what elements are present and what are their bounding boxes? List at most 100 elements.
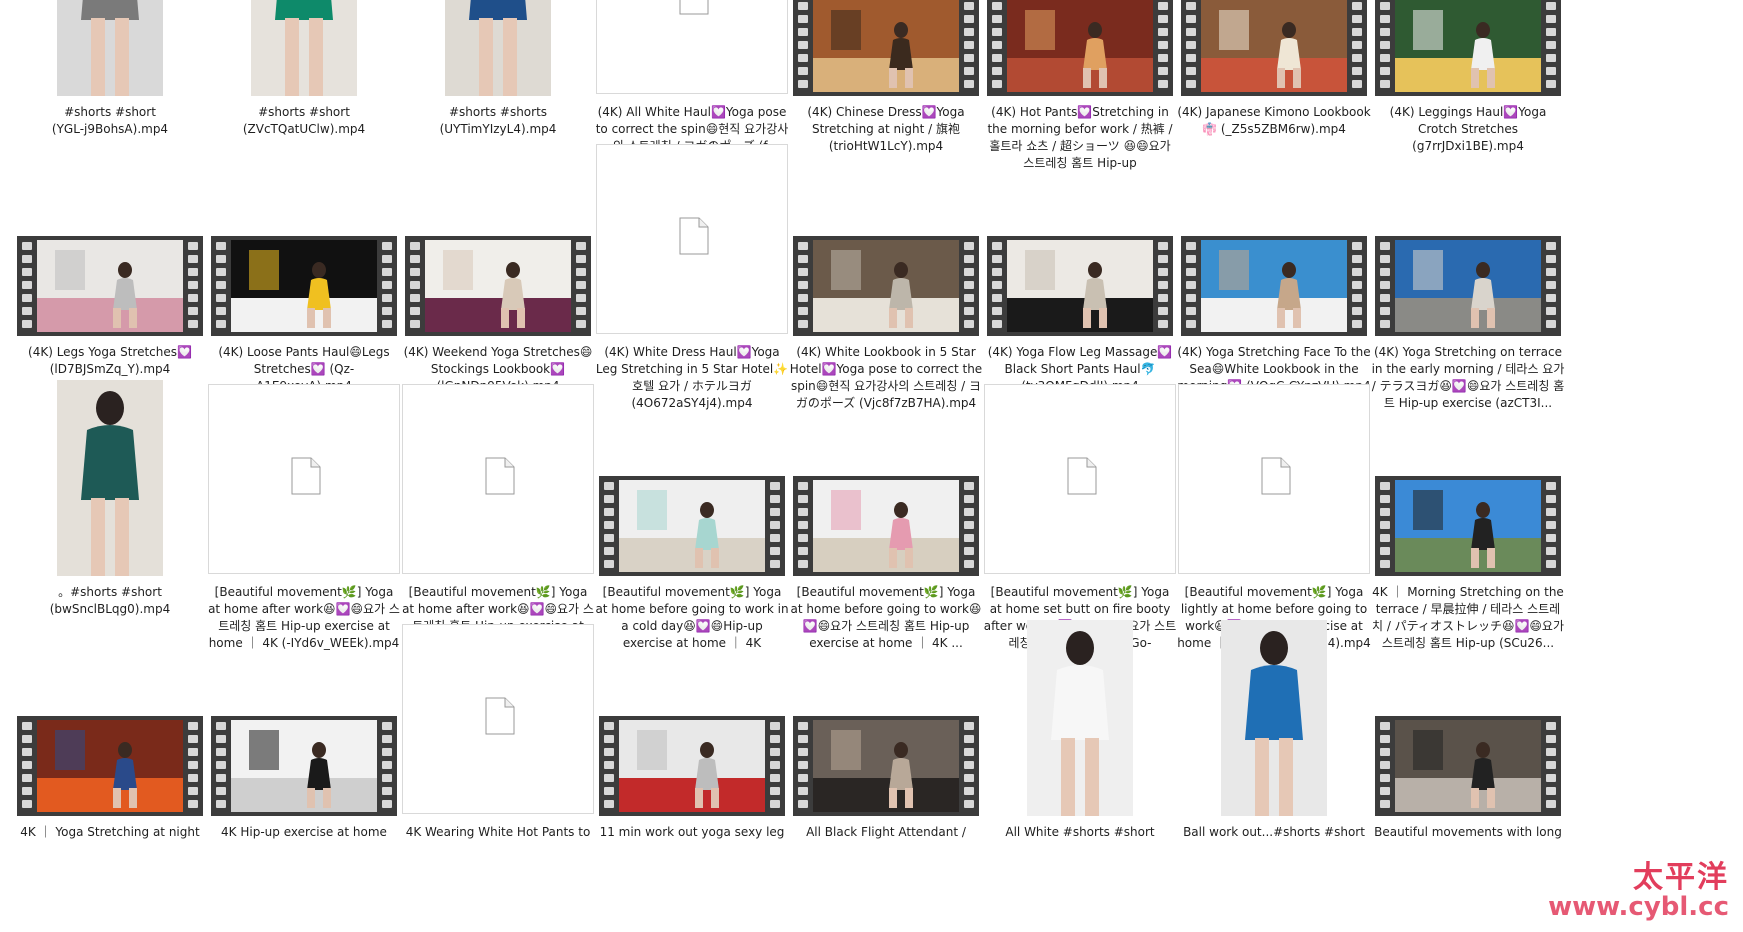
file-tile[interactable]: 。#shorts #short (bwSnclBLqg0).mp4 [13,380,207,620]
file-tile[interactable]: (4K) White Lookbook in 5 Star Hotel💟Yoga… [789,140,983,410]
video-thumbnail[interactable] [1181,0,1367,96]
file-tile[interactable]: 4K ｜ Morning Stretching on the terrace /… [1371,380,1565,650]
file-tile[interactable]: [Beautiful movement🌿] Yoga at home set b… [983,380,1177,650]
file-thumbnail[interactable] [595,0,789,96]
file-tile[interactable]: 4K Hip-up exercise at home after [207,620,401,860]
blank-file-thumbnail[interactable] [596,144,788,334]
video-thumbnail[interactable] [1375,0,1561,96]
file-tile[interactable]: (4K) Yoga Stretching Face To the Sea😄Whi… [1177,140,1371,393]
file-thumbnail[interactable] [789,140,983,336]
file-tile[interactable]: (4K) White Dress Haul💟Yoga Leg Stretchin… [595,140,789,410]
file-thumbnail[interactable] [1371,620,1565,816]
file-tile[interactable]: (4K) Legs Yoga Stretches💟 (lD7BJSmZq_Y).… [13,140,207,380]
file-thumbnail[interactable] [789,0,983,96]
image-thumbnail[interactable] [57,0,163,96]
file-tile[interactable]: Ball work out...#shorts #short [1177,620,1371,860]
file-thumbnail[interactable] [983,0,1177,96]
file-tile[interactable]: #shorts #short (YGL-j9BohsA).mp4 [13,0,207,140]
file-tile[interactable]: #shorts #short (ZVcTQatUClw).mp4 [207,0,401,140]
file-name-label[interactable]: 4K Wearing White Hot Pants to [401,824,595,841]
file-tile[interactable]: (4K) Yoga Flow Leg Massage💟Black Short P… [983,140,1177,393]
file-tile[interactable]: #shorts #shorts (UYTimYIzyL4).mp4 [401,0,595,140]
file-tile[interactable]: [Beautiful movement🌿] Yoga at home after… [401,380,595,650]
blank-file-thumbnail[interactable] [984,384,1176,574]
file-name-label[interactable]: Beautiful movements with long [1371,824,1565,841]
blank-file-thumbnail[interactable] [596,0,788,94]
blank-file-thumbnail[interactable] [208,384,400,574]
file-tile[interactable]: (4K) All White Haul💟Yoga pose to correct… [595,0,789,170]
file-thumbnail[interactable] [595,380,789,576]
file-thumbnail[interactable] [983,620,1177,816]
file-tile[interactable]: (4K) Weekend Yoga Stretches😄Stockings Lo… [401,140,595,393]
video-thumbnail[interactable] [1181,236,1367,336]
file-thumbnail[interactable] [1371,140,1565,336]
file-thumbnail[interactable] [207,380,401,576]
blank-file-thumbnail[interactable] [402,384,594,574]
file-name-label[interactable]: Ball work out...#shorts #short [1177,824,1371,841]
file-name-label[interactable]: 11 min work out yoga sexy leg [595,824,789,841]
video-thumbnail[interactable] [793,716,979,816]
file-thumbnail[interactable] [1177,0,1371,96]
file-tile[interactable]: 4K Wearing White Hot Pants to [401,620,595,860]
file-name-label[interactable]: 4K Hip-up exercise at home after [207,824,401,841]
video-thumbnail[interactable] [1375,476,1561,576]
file-thumbnail[interactable] [13,140,207,336]
file-tile[interactable]: Beautiful movements with long [1371,620,1565,860]
file-thumbnail[interactable] [1177,380,1371,576]
file-thumbnail[interactable] [789,380,983,576]
file-thumbnail[interactable] [1177,620,1371,816]
video-thumbnail[interactable] [211,716,397,816]
file-tile[interactable]: [Beautiful movement🌿] Yoga lightly at ho… [1177,380,1371,650]
file-thumbnail[interactable] [1371,0,1565,96]
file-tile[interactable]: (4K) Japanese Kimono Lookbook👘 (_Z5s5ZBM… [1177,0,1371,140]
file-thumbnail[interactable] [207,620,401,816]
file-tile[interactable]: (4K) Hot Pants💟Stretching in the morning… [983,0,1177,170]
file-thumbnail[interactable] [401,140,595,336]
video-thumbnail[interactable] [987,236,1173,336]
video-thumbnail[interactable] [1375,716,1561,816]
image-thumbnail[interactable] [57,380,163,576]
image-thumbnail[interactable] [1221,620,1327,816]
video-thumbnail[interactable] [599,716,785,816]
file-thumbnail[interactable] [983,380,1177,576]
file-tile[interactable]: (4K) Yoga Stretching on terrace in the e… [1371,140,1565,410]
video-thumbnail[interactable] [17,236,203,336]
video-thumbnail[interactable] [987,0,1173,96]
file-tile[interactable]: [Beautiful movement🌿] Yoga at home befor… [789,380,983,650]
file-tile[interactable]: 11 min work out yoga sexy leg [595,620,789,860]
video-thumbnail[interactable] [17,716,203,816]
file-thumbnail[interactable] [789,620,983,816]
video-thumbnail[interactable] [599,476,785,576]
file-thumbnail[interactable] [595,140,789,336]
file-tile[interactable]: (4K) Loose Pants Haul😄Legs Stretches💟 (Q… [207,140,401,393]
image-thumbnail[interactable] [251,0,357,96]
file-tile[interactable]: (4K) Leggings Haul💟Yoga Crotch Stretches… [1371,0,1565,153]
file-name-label[interactable]: 4K ｜ Yoga Stretching at night [13,824,207,841]
file-name-label[interactable]: All Black Flight Attendant / [789,824,983,841]
video-thumbnail[interactable] [793,0,979,96]
image-thumbnail[interactable] [1027,620,1133,816]
video-thumbnail[interactable] [211,236,397,336]
blank-file-thumbnail[interactable] [402,624,594,814]
file-thumbnail[interactable] [401,620,595,816]
file-thumbnail[interactable] [207,0,401,96]
video-thumbnail[interactable] [793,236,979,336]
file-tile[interactable]: All Black Flight Attendant / [789,620,983,860]
video-thumbnail[interactable] [1375,236,1561,336]
file-thumbnail[interactable] [401,0,595,96]
file-thumbnail[interactable] [595,620,789,816]
file-thumbnail[interactable] [401,380,595,576]
file-thumbnail[interactable] [13,0,207,96]
video-thumbnail[interactable] [793,476,979,576]
file-thumbnail[interactable] [1371,380,1565,576]
file-name-label[interactable]: All White #shorts #short [983,824,1177,841]
file-tile[interactable]: [Beautiful movement🌿] Yoga at home befor… [595,380,789,650]
image-thumbnail[interactable] [445,0,551,96]
file-thumbnail[interactable] [983,140,1177,336]
file-thumbnail[interactable] [207,140,401,336]
blank-file-thumbnail[interactable] [1178,384,1370,574]
file-tile[interactable]: All White #shorts #short [983,620,1177,860]
file-thumbnail[interactable] [13,620,207,816]
file-thumbnail[interactable] [13,380,207,576]
file-thumbnail[interactable] [1177,140,1371,336]
